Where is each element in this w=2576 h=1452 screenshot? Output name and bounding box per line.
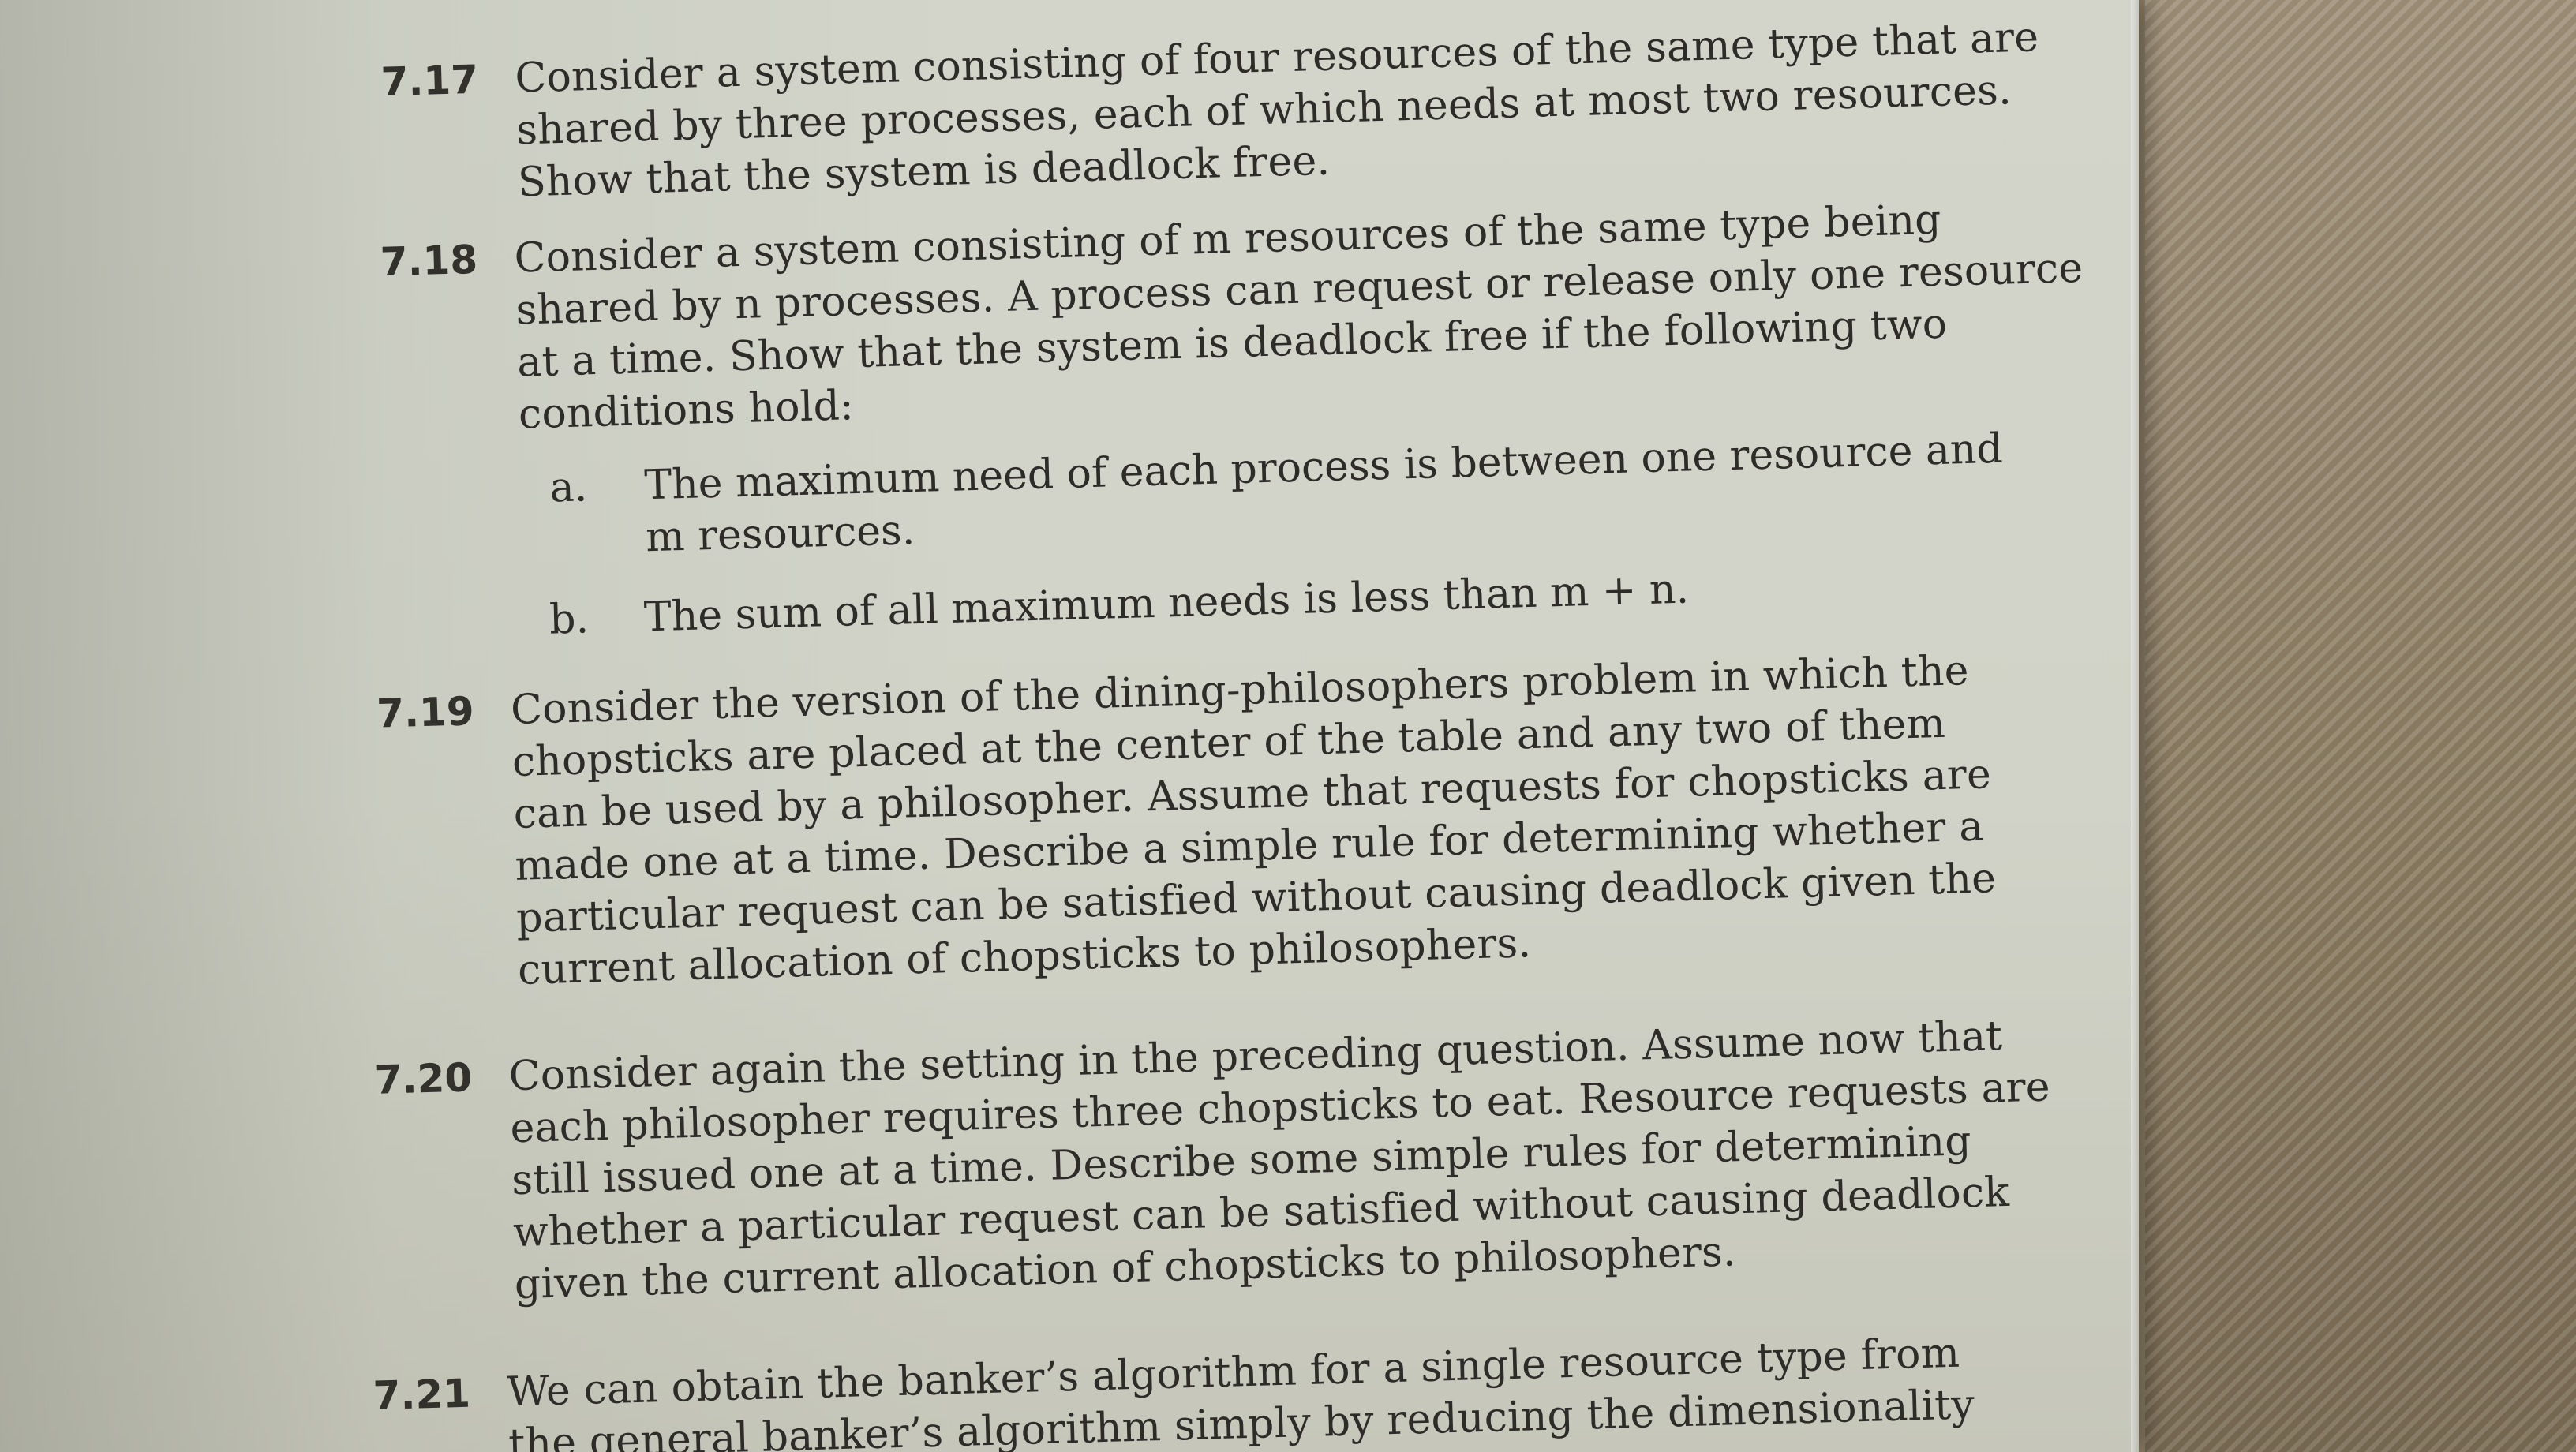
problem-text: Consider a system consisting of four res… <box>515 12 2039 208</box>
subitem-letter: b. <box>549 595 590 644</box>
book-page: 7.17 Consider a system consisting of fou… <box>0 0 2139 1452</box>
subitem-letter: a. <box>549 463 588 512</box>
photo-scene: 7.17 Consider a system consisting of fou… <box>0 0 2576 1452</box>
page-edge <box>2131 0 2139 1452</box>
problem-number: 7.20 <box>374 1054 473 1103</box>
problem-7-21: 7.21 We can obtain the banker’s algorith… <box>373 1319 2139 1452</box>
background-surface <box>2145 0 2576 1452</box>
problem-text: Consider again the setting in the preced… <box>508 1010 2051 1311</box>
problem-7-19: 7.19 Consider the version of the dining-… <box>376 637 2139 994</box>
problem-number: 7.21 <box>372 1370 471 1420</box>
problem-text: Consider the version of the dining-philo… <box>510 644 2017 997</box>
problem-text: Consider a system consisting of m resour… <box>514 192 2084 440</box>
page-text: 7.17 Consider a system consisting of fou… <box>0 0 2139 1452</box>
problem-7-20: 7.20 Consider again the setting in the p… <box>374 1003 2139 1308</box>
problem-number: 7.19 <box>376 688 475 737</box>
subitem-text: The sum of all maximum needs is less tha… <box>643 554 2033 644</box>
problem-number: 7.18 <box>380 236 478 286</box>
problem-text: We can obtain the banker’s algorithm for… <box>507 1326 2009 1452</box>
subitem-text: The maximum need of each process is betw… <box>644 422 2035 564</box>
problem-number: 7.17 <box>380 56 479 106</box>
problem-7-17: 7.17 Consider a system consisting of fou… <box>380 5 2139 206</box>
text-line: The sum of all maximum needs is less tha… <box>643 565 1690 642</box>
